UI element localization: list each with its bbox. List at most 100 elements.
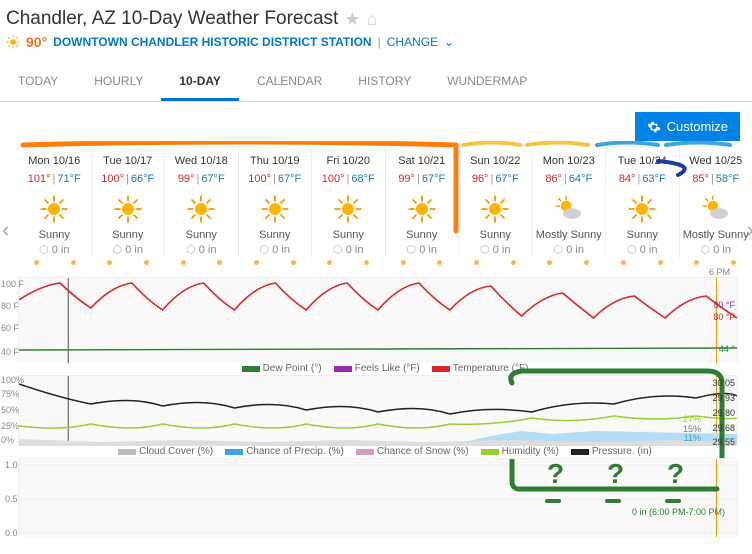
tab-hourly[interactable]: HOURLY [76,64,161,101]
day-temps: 100°|67°F [239,171,312,191]
day-card[interactable]: Wed 10/1899°|67°FSunny⬡ 0 in [164,147,238,258]
day-name: Mon 10/23 [533,151,606,171]
day-name: Sun 10/22 [459,151,532,171]
legend-item: Cloud Cover (%) [118,446,213,457]
sun-dot-icon [254,260,259,265]
y-label: 60 F [1,323,19,333]
legend-temperature: Dew Point (°)Feels Like (°F)Temperature … [18,362,752,375]
sun-icon [239,191,312,227]
precip-chart[interactable]: ? ? ? 1.0 0.5 0.0 0 in (6:00 PM-7:00 PM) [18,458,738,536]
y-label: 25% [1,421,19,431]
day-card[interactable]: Fri 10/20100°|68°FSunny⬡ 0 in [311,147,385,258]
page-title: Chandler, AZ 10-Day Weather Forecast [6,8,338,30]
sun-icon [92,191,165,227]
tab-today[interactable]: TODAY [0,64,76,101]
r-label: 80 °F [713,312,735,322]
r-label: 30.05 [712,378,735,388]
y-label: 1.0 [5,460,18,470]
r-label: 29.93 [712,393,735,403]
y-label: 40 F [1,347,19,357]
home-icon[interactable]: ⌂ [366,9,377,30]
day-precip: ⬡ 0 in [386,243,459,256]
sun-dot-icon [71,260,76,265]
day-name: Tue 10/17 [92,151,165,171]
sun-dot-icon [731,260,736,265]
chevron-down-icon[interactable]: ⌄ [444,35,454,49]
day-card[interactable]: Mon 10/16101°|71°F Sunny⬡ 0 in [18,147,91,258]
day-temps: 99°|67°F [165,171,238,191]
station-link[interactable]: DOWNTOWN CHANDLER HISTORIC DISTRICT STAT… [53,35,371,49]
mostly-sunny-icon [533,191,606,227]
day-name: Wed 10/25 [680,151,752,171]
day-card[interactable]: Wed 10/2585°|58°FMostly Sunny⬡ 0 in [679,147,752,258]
day-card[interactable]: Sat 10/2199°|67°FSunny⬡ 0 in [385,147,459,258]
day-condition: Sunny [18,227,91,243]
legend-item: Pressure. (in) [571,446,652,457]
day-precip: ⬡ 0 in [18,243,91,256]
tab-history[interactable]: HISTORY [340,64,429,101]
divider: | [378,35,381,49]
day-temps: 85°|58°F [680,171,752,191]
current-temp: 90° [26,34,47,50]
sun-dot-icon [144,260,149,265]
y-label: 100% [1,375,24,385]
annot: 11% [684,433,701,443]
sun-dot-icon [364,260,369,265]
day-precip: ⬡ 0 in [239,243,312,256]
customize-label: Customize [667,119,728,134]
sun-dot-icon [181,260,186,265]
customize-button[interactable]: Customize [635,112,740,141]
day-card[interactable]: Mon 10/2386°|64°FMostly Sunny⬡ 0 in [532,147,606,258]
tab-wundermap[interactable]: WUNDERMAP [429,64,545,101]
legend-item: Temperature (°F) [432,363,529,374]
day-precip: ⬡ 0 in [680,243,752,256]
day-condition: Sunny [92,227,165,243]
y-label: 50% [1,405,19,415]
y-label: 80 F [1,301,19,311]
tab-10-day[interactable]: 10-DAY [161,64,239,101]
r-label: 44 ° [719,344,735,354]
sun-dot-icon [694,260,699,265]
sun-icon [606,191,679,227]
sun-dot-icon [34,260,39,265]
sun-dot-icon [437,260,442,265]
day-temps: 100°|68°F [312,171,385,191]
time-note: 0 in (6:00 PM-7:00 PM) [632,507,725,517]
legend-item: Chance of Snow (%) [356,446,469,457]
day-temps: 96°|67°F [459,171,532,191]
y-label: 0% [1,435,14,445]
day-name: Fri 10/20 [312,151,385,171]
y-label: 75% [1,389,19,399]
day-name: Mon 10/16 [18,151,91,171]
day-card[interactable]: Tue 10/17100°|66°FSunny⬡ 0 in [91,147,165,258]
day-card[interactable]: Tue 10/2484°|63°FSunny⬡ 0 in [605,147,679,258]
sun-dot-icon [474,260,479,265]
day-condition: Mostly Sunny [533,227,606,243]
legend-item: Dew Point (°) [242,363,322,374]
day-name: Tue 10/24 [606,151,679,171]
day-card[interactable]: Thu 10/19100°|67°FSunny⬡ 0 in [238,147,312,258]
humidity-chart[interactable]: 100% 75% 50% 25% 0% 30.05 29.93 29.80 29… [18,375,738,445]
tab-calendar[interactable]: CALENDAR [239,64,340,101]
scroll-left-icon[interactable]: ‹ [2,217,9,243]
day-temps: 101°|71°F [18,171,91,191]
day-card[interactable]: Sun 10/2296°|67°F Sunny⬡ 0 in [458,147,532,258]
sun-dot-icon [291,260,296,265]
day-name: Sat 10/21 [386,151,459,171]
sun-dot-icon [511,260,516,265]
y-label: 100 F [1,279,24,289]
sun-icon [165,191,238,227]
annot: 27% [683,414,701,424]
sun-icon [18,191,91,227]
mostly-sunny-icon [680,191,752,227]
change-station-link[interactable]: CHANGE [387,35,438,49]
gear-icon [647,120,661,134]
favorite-star-icon[interactable]: ★ [344,9,360,30]
temperature-chart[interactable]: 100 F 80 F 60 F 40 F 80 °F 80 °F 44 ° [18,277,738,362]
scroll-right-icon[interactable]: › [747,217,752,243]
y-label: 0.0 [5,528,18,538]
day-precip: ⬡ 0 in [459,243,532,256]
day-condition: Sunny [459,227,532,243]
day-precip: ⬡ 0 in [312,243,385,256]
time-marker: 6 PM [18,267,752,277]
